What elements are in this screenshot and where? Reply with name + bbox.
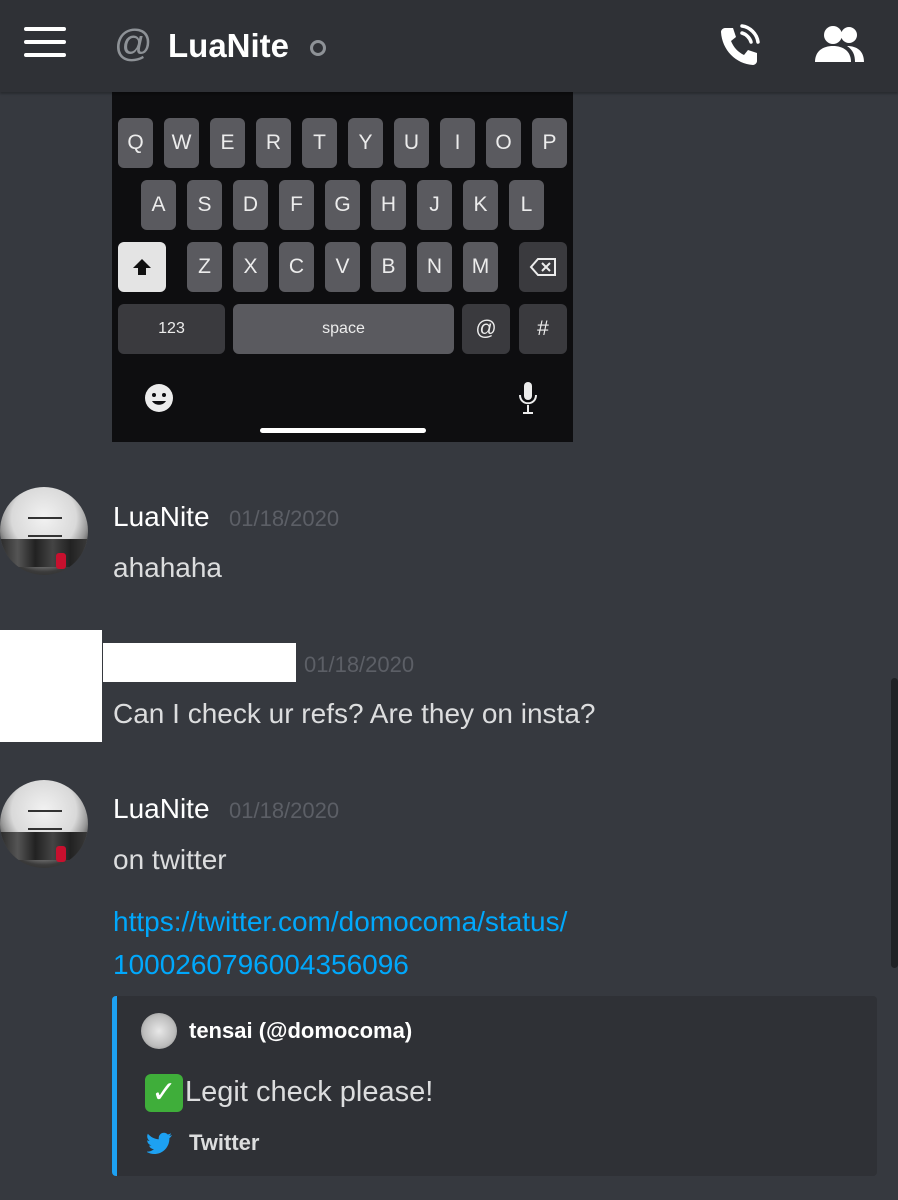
keyboard-key: I (440, 118, 475, 168)
keyboard-key: T (302, 118, 337, 168)
keyboard-key: N (417, 242, 452, 292)
status-icon (310, 40, 326, 56)
message-author[interactable]: LuaNite (113, 792, 210, 826)
hash-key: # (519, 304, 567, 354)
keyboard-key: E (210, 118, 245, 168)
message-timestamp: 01/18/2020 (229, 506, 340, 531)
avatar[interactable] (0, 487, 88, 575)
keyboard-key: W (164, 118, 199, 168)
keyboard-key: S (187, 180, 222, 230)
message-timestamp: 01/18/2020 (229, 798, 340, 823)
avatar[interactable] (0, 780, 88, 868)
space-key: space (233, 304, 454, 354)
image-attachment[interactable]: Q W E R T Y U I O P A S D F G H J K L Z … (112, 92, 573, 442)
keyboard-key: B (371, 242, 406, 292)
embed-description-text: Legit check please! (185, 1076, 434, 1108)
keyboard-key: U (394, 118, 429, 168)
keyboard-key: J (417, 180, 452, 230)
keyboard-key: K (463, 180, 498, 230)
keyboard-screenshot: Q W E R T Y U I O P A S D F G H J K L Z … (112, 92, 573, 442)
backspace-icon (529, 258, 556, 277)
keyboard-key: L (509, 180, 544, 230)
numbers-key: 123 (118, 304, 225, 354)
keyboard-key: F (279, 180, 314, 230)
home-indicator (260, 428, 426, 433)
keyboard-key: M (463, 242, 498, 292)
keyboard-key: H (371, 180, 406, 230)
members-icon[interactable] (812, 24, 866, 64)
message-text: Can I check ur refs? Are they on insta? (113, 698, 596, 729)
emoji-icon (145, 384, 173, 412)
message-link[interactable]: 1000260796004356096 (113, 944, 409, 986)
check-mark-icon: ✓ (145, 1074, 183, 1113)
keyboard-key: X (233, 242, 268, 292)
channel-title: LuaNite (168, 27, 290, 64)
shift-icon (133, 259, 151, 276)
keyboard-key: Q (118, 118, 153, 168)
embed-author-avatar (141, 1013, 177, 1049)
channel-header: @ LuaNite (0, 0, 898, 92)
message-author[interactable]: LuaNite (113, 500, 210, 534)
shift-key (118, 242, 166, 292)
message-link[interactable]: https://twitter.com/domocoma/status/ (113, 901, 567, 943)
twitter-embed[interactable]: tensai (@domocoma) ✓ Legit check please! … (112, 996, 877, 1176)
call-icon[interactable] (716, 22, 762, 68)
keyboard-key: D (233, 180, 268, 230)
embed-footer: Twitter (189, 1130, 260, 1155)
message-text: ahahaha (113, 552, 223, 583)
keyboard-key: R (256, 118, 291, 168)
keyboard-key: V (325, 242, 360, 292)
keyboard-key: Y (348, 118, 383, 168)
redacted-avatar (0, 630, 102, 742)
keyboard-key: Z (187, 242, 222, 292)
keyboard-key: O (486, 118, 521, 168)
keyboard-key: A (141, 180, 176, 230)
keyboard-key: C (279, 242, 314, 292)
at-icon: @ (114, 23, 153, 65)
backspace-key (519, 242, 567, 292)
redacted-username (103, 643, 296, 682)
embed-author[interactable]: tensai (@domocoma) (189, 1014, 412, 1048)
scrollbar[interactable] (891, 678, 898, 968)
microphone-icon (519, 382, 537, 414)
embed-description: ✓ Legit check please! (145, 1072, 434, 1113)
at-key: @ (462, 304, 510, 354)
hamburger-menu-icon[interactable] (24, 27, 66, 61)
message-timestamp: 01/18/2020 (304, 652, 415, 677)
keyboard-key: G (325, 180, 360, 230)
keyboard-key: P (532, 118, 567, 168)
message-text: on twitter (113, 844, 227, 875)
twitter-bird-icon (147, 1132, 172, 1154)
